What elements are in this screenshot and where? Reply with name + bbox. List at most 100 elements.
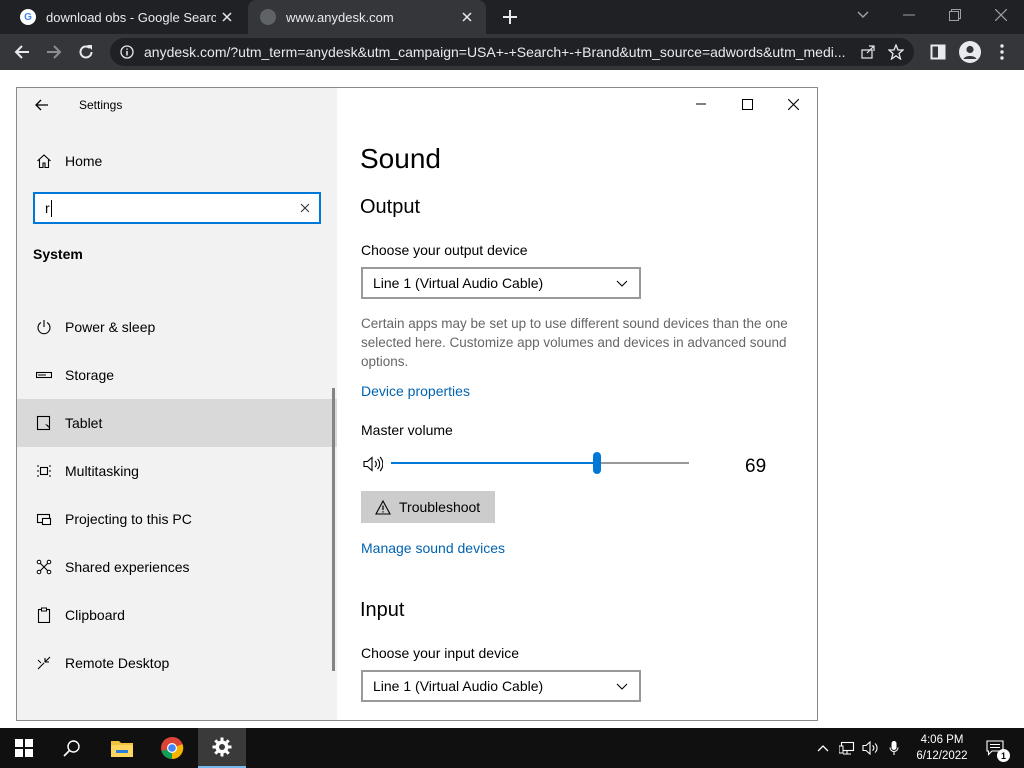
tab-search-icon[interactable] [850, 4, 876, 26]
url-text: anydesk.com/?utm_term=anydesk&utm_campai… [144, 44, 846, 60]
menu-kebab-icon[interactable] [990, 40, 1014, 64]
tab-anydesk[interactable]: www.anydesk.com [248, 0, 486, 34]
share-icon[interactable] [858, 42, 878, 62]
output-device-value: Line 1 (Virtual Audio Cable) [373, 275, 544, 291]
close-tab-icon[interactable] [216, 6, 238, 28]
clock-time: 4:06 PM [920, 734, 964, 746]
remote-desktop-icon [33, 652, 55, 674]
sidebar-item-label: Clipboard [65, 607, 125, 623]
master-volume-label: Master volume [361, 422, 453, 438]
side-panel-icon[interactable] [926, 40, 950, 64]
input-heading: Input [360, 599, 405, 621]
microphone-icon[interactable] [884, 728, 904, 768]
settings-content: Sound Output Choose your output device L… [337, 88, 817, 720]
chevron-down-icon [611, 272, 633, 294]
sidebar-scrollbar[interactable] [332, 388, 335, 671]
settings-sidebar: Settings Home r System Power & sleep Sto… [17, 88, 337, 720]
multitasking-icon [33, 460, 55, 482]
home-icon [33, 150, 55, 172]
tab-google-search[interactable]: G download obs - Google Search [8, 0, 246, 34]
sidebar-item-label: Projecting to this PC [65, 511, 192, 527]
manage-sound-devices-link[interactable]: Manage sound devices [361, 540, 505, 556]
notification-center-icon[interactable]: 1 [980, 728, 1010, 768]
back-icon[interactable] [10, 40, 34, 64]
browser-tab-strip: G download obs - Google Search www.anyde… [0, 0, 1024, 34]
troubleshoot-label: Troubleshoot [399, 499, 481, 515]
sidebar-item-label: Multitasking [65, 463, 139, 479]
output-heading: Output [360, 196, 421, 218]
text-caret [51, 200, 52, 217]
page-title: Sound [360, 143, 441, 174]
section-header: System [33, 246, 83, 262]
file-explorer-icon[interactable] [98, 728, 146, 768]
settings-gear-icon[interactable] [198, 728, 246, 768]
search-input-value: r [45, 200, 50, 216]
output-device-dropdown[interactable]: Line 1 (Virtual Audio Cable) [361, 267, 641, 299]
troubleshoot-button[interactable]: Troubleshoot [361, 491, 495, 523]
chevron-up-icon[interactable] [812, 728, 834, 768]
sidebar-item-projecting[interactable]: Projecting to this PC [17, 495, 337, 543]
sidebar-item-multitasking[interactable]: Multitasking [17, 447, 337, 495]
clear-search-icon[interactable] [297, 200, 313, 216]
warning-icon [375, 499, 391, 515]
network-icon[interactable] [836, 728, 858, 768]
tab-title: www.anydesk.com [286, 9, 394, 25]
close-window-icon[interactable] [988, 4, 1014, 26]
chrome-icon[interactable] [148, 728, 196, 768]
info-icon[interactable] [120, 45, 134, 59]
google-icon: G [20, 9, 36, 25]
sidebar-item-tablet[interactable]: Tablet [17, 399, 337, 447]
profile-avatar-icon[interactable] [958, 40, 982, 64]
volume-icon[interactable] [860, 728, 882, 768]
input-device-label: Choose your input device [361, 645, 519, 661]
settings-window: Settings Home r System Power & sleep Sto… [16, 87, 818, 721]
storage-icon [33, 364, 55, 386]
sidebar-item-label: Shared experiences [65, 559, 190, 575]
bookmark-star-icon[interactable] [886, 42, 906, 62]
sidebar-item-label: Home [65, 153, 103, 169]
search-input[interactable]: r [33, 192, 321, 224]
volume-slider-thumb[interactable] [592, 452, 601, 474]
minimize-icon[interactable] [689, 94, 713, 114]
volume-value: 69 [745, 456, 767, 477]
sidebar-item-home[interactable]: Home [17, 137, 337, 185]
reload-icon[interactable] [74, 40, 98, 64]
globe-icon [260, 9, 276, 25]
projecting-icon [33, 508, 55, 530]
maximize-icon[interactable] [735, 94, 759, 114]
tab-title: download obs - Google Search [46, 9, 216, 25]
sidebar-item-clipboard[interactable]: Clipboard [17, 591, 337, 639]
minimize-icon[interactable] [896, 4, 922, 26]
sidebar-item-power-sleep[interactable]: Power & sleep [17, 303, 337, 351]
input-device-value: Line 1 (Virtual Audio Cable) [373, 678, 544, 694]
new-tab-button[interactable] [498, 5, 522, 29]
clock[interactable]: 4:06 PM 6/12/2022 [906, 728, 978, 768]
sidebar-item-storage[interactable]: Storage [17, 351, 337, 399]
clipboard-icon [33, 604, 55, 626]
clock-date: 6/12/2022 [916, 750, 968, 762]
input-device-dropdown[interactable]: Line 1 (Virtual Audio Cable) [361, 670, 641, 702]
tablet-icon [33, 412, 55, 434]
sidebar-item-label: Power & sleep [65, 319, 156, 335]
speaker-icon[interactable] [361, 452, 385, 476]
search-icon[interactable] [48, 728, 96, 768]
sidebar-item-label: Storage [65, 367, 115, 383]
device-properties-link[interactable]: Device properties [361, 383, 470, 399]
restore-icon[interactable] [942, 4, 968, 26]
chevron-down-icon [611, 675, 633, 697]
back-arrow-icon[interactable] [31, 94, 53, 116]
windows-start-icon[interactable] [0, 728, 48, 768]
close-tab-icon[interactable] [456, 6, 478, 28]
notification-count-badge: 1 [997, 749, 1010, 762]
sidebar-item-label: Tablet [65, 415, 103, 431]
power-icon [33, 316, 55, 338]
sidebar-item-remote-desktop[interactable]: Remote Desktop [17, 639, 337, 687]
taskbar: 4:06 PM 6/12/2022 1 [0, 728, 1024, 768]
close-icon[interactable] [781, 94, 805, 114]
output-description: Certain apps may be set up to use differ… [361, 316, 788, 369]
sidebar-item-label: Remote Desktop [65, 655, 170, 671]
sidebar-item-shared-experiences[interactable]: Shared experiences [17, 543, 337, 591]
address-bar[interactable]: anydesk.com/?utm_term=anydesk&utm_campai… [110, 38, 914, 66]
forward-icon[interactable] [42, 40, 66, 64]
volume-slider-fill [391, 462, 597, 464]
